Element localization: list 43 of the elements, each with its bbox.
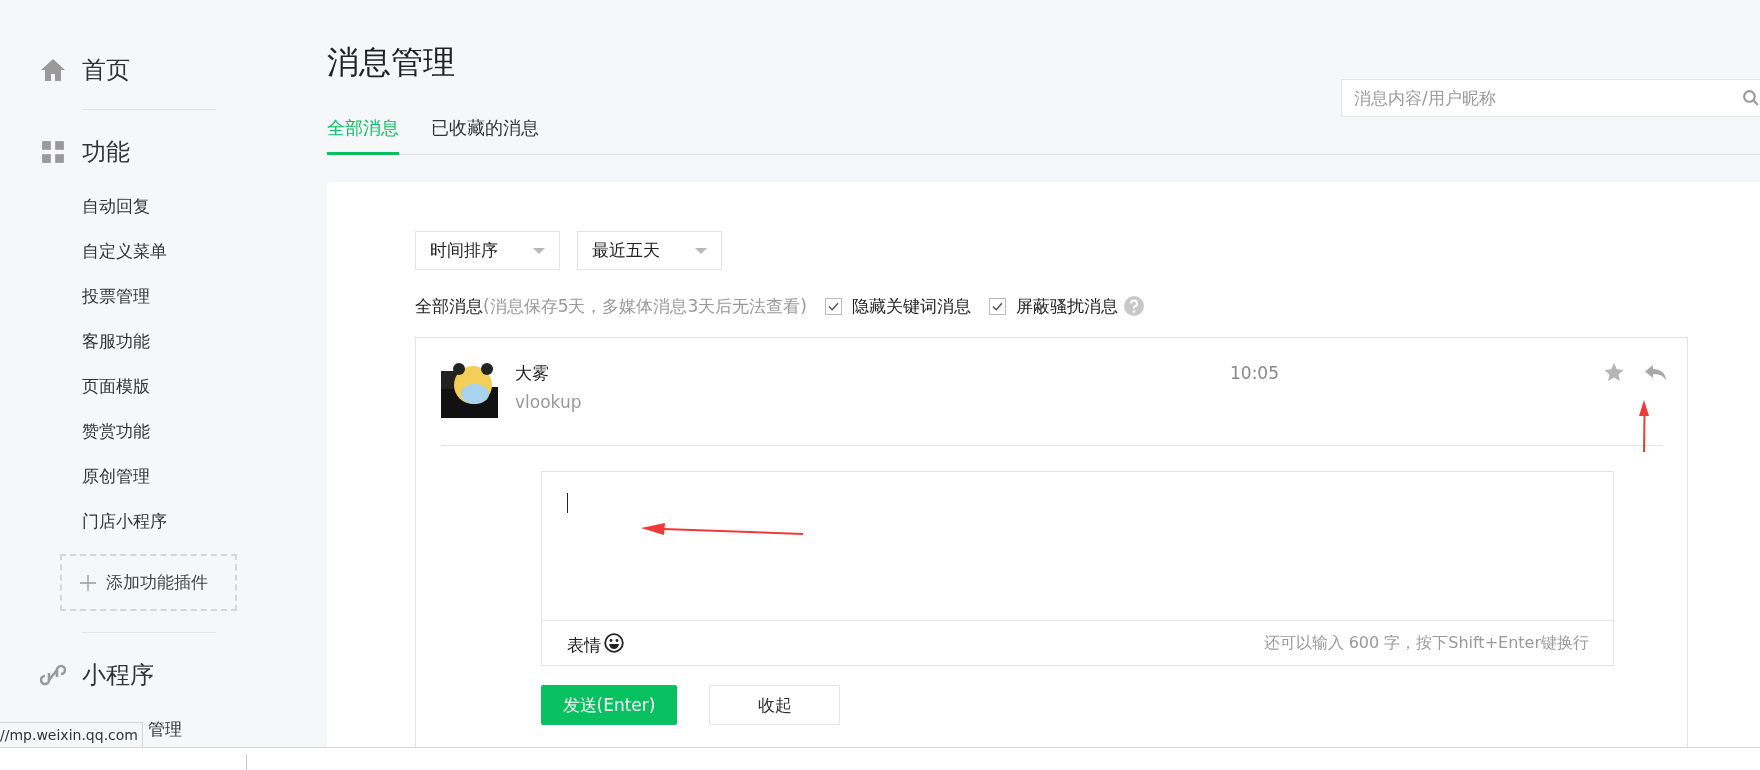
sidebar-item[interactable]: 原创管理 — [0, 454, 327, 499]
message-time: 10:05 — [1230, 362, 1279, 385]
checkbox-label[interactable]: 隐藏关键词消息 — [851, 294, 971, 318]
sidebar-item[interactable]: 自定义菜单 — [0, 229, 327, 274]
home-icon — [40, 58, 66, 82]
search-field[interactable]: 消息内容/用户昵称 — [1341, 79, 1760, 117]
add-plugin-button[interactable]: 添加功能插件 — [60, 554, 237, 611]
page-title: 消息管理 — [327, 42, 456, 82]
search-icon[interactable] — [1742, 89, 1759, 106]
checkbox-label[interactable]: 屏蔽骚扰消息 — [1015, 294, 1118, 318]
caret-icon — [695, 247, 707, 254]
star-icon[interactable] — [1604, 363, 1624, 382]
info-text: 全部消息(消息保存5天，多媒体消息3天后无法查看) — [415, 294, 807, 318]
caret-icon — [533, 247, 545, 254]
dropdown[interactable]: 最近五天 — [577, 231, 722, 270]
sidebar-item[interactable]: 自动回复 — [0, 184, 327, 229]
sidebar-item[interactable]: 赞赏功能 — [0, 409, 327, 454]
reply-icon[interactable] — [1645, 365, 1667, 381]
message-text: vlookup — [515, 391, 583, 414]
collapse-button[interactable]: 收起 — [709, 685, 840, 725]
tab[interactable]: 已收藏的消息 — [431, 114, 539, 155]
status-url-tooltip: //mp.weixin.qq.com — [0, 722, 143, 748]
check-icon — [827, 301, 839, 311]
link-icon — [40, 663, 66, 687]
sidebar-item[interactable]: 门店小程序 — [0, 499, 327, 544]
sidebar-item[interactable]: 客服功能 — [0, 319, 327, 364]
annotation-arrow — [1638, 400, 1650, 452]
smiley-icon[interactable] — [604, 633, 624, 653]
sidebar-section-title[interactable]: 功能 — [82, 136, 130, 168]
grid-icon — [40, 140, 66, 164]
sidebar-section-title[interactable]: 小程序 — [82, 659, 154, 691]
check-icon — [991, 301, 1003, 311]
help-icon[interactable] — [1123, 296, 1144, 316]
sidebar-section-title[interactable]: 首页 — [82, 54, 130, 86]
dropdown[interactable]: 时间排序 — [415, 231, 560, 270]
sidebar-item[interactable]: 投票管理 — [0, 274, 327, 319]
plus-icon — [80, 574, 96, 591]
sidebar-item[interactable]: 页面模版 — [0, 364, 327, 409]
sender-name: 大雾 — [515, 362, 550, 385]
checkbox[interactable] — [824, 297, 842, 315]
character-counter: 还可以输入 600 字，按下Shift+Enter键换行 — [1263, 632, 1589, 654]
emoji-label[interactable]: 表情 — [567, 633, 601, 657]
checkbox[interactable] — [988, 297, 1006, 315]
